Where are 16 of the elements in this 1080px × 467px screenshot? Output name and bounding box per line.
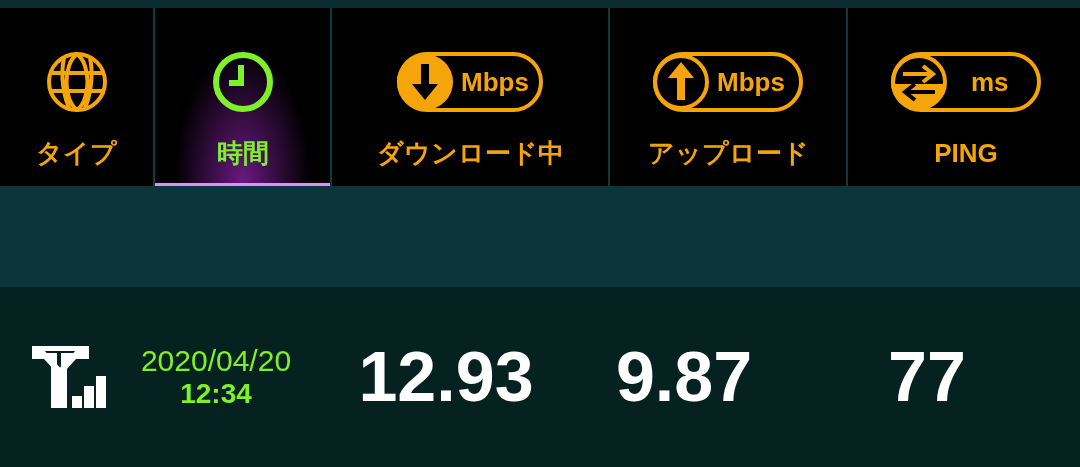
upload-icon: Mbps	[653, 52, 803, 112]
tab[interactable]: タイプ	[0, 8, 153, 186]
download-icon: Mbps	[397, 52, 543, 112]
test-time: 12:34	[180, 378, 252, 410]
test-date: 2020/04/20	[140, 344, 292, 378]
download-speed: 12.93	[357, 336, 535, 418]
tab[interactable]: Mbps ダウンロード中	[332, 8, 608, 186]
upload-speed: 9.87	[614, 336, 754, 418]
signal-icon	[32, 346, 106, 408]
globe-icon	[45, 51, 108, 113]
tab[interactable]: Mbps アップロード	[610, 8, 846, 186]
tab[interactable]: 時間	[155, 8, 330, 186]
ping-icon: ms	[891, 52, 1041, 112]
tab[interactable]: ms PING	[848, 8, 1080, 186]
clock-icon	[211, 51, 274, 113]
ping-value: 77	[887, 336, 967, 418]
